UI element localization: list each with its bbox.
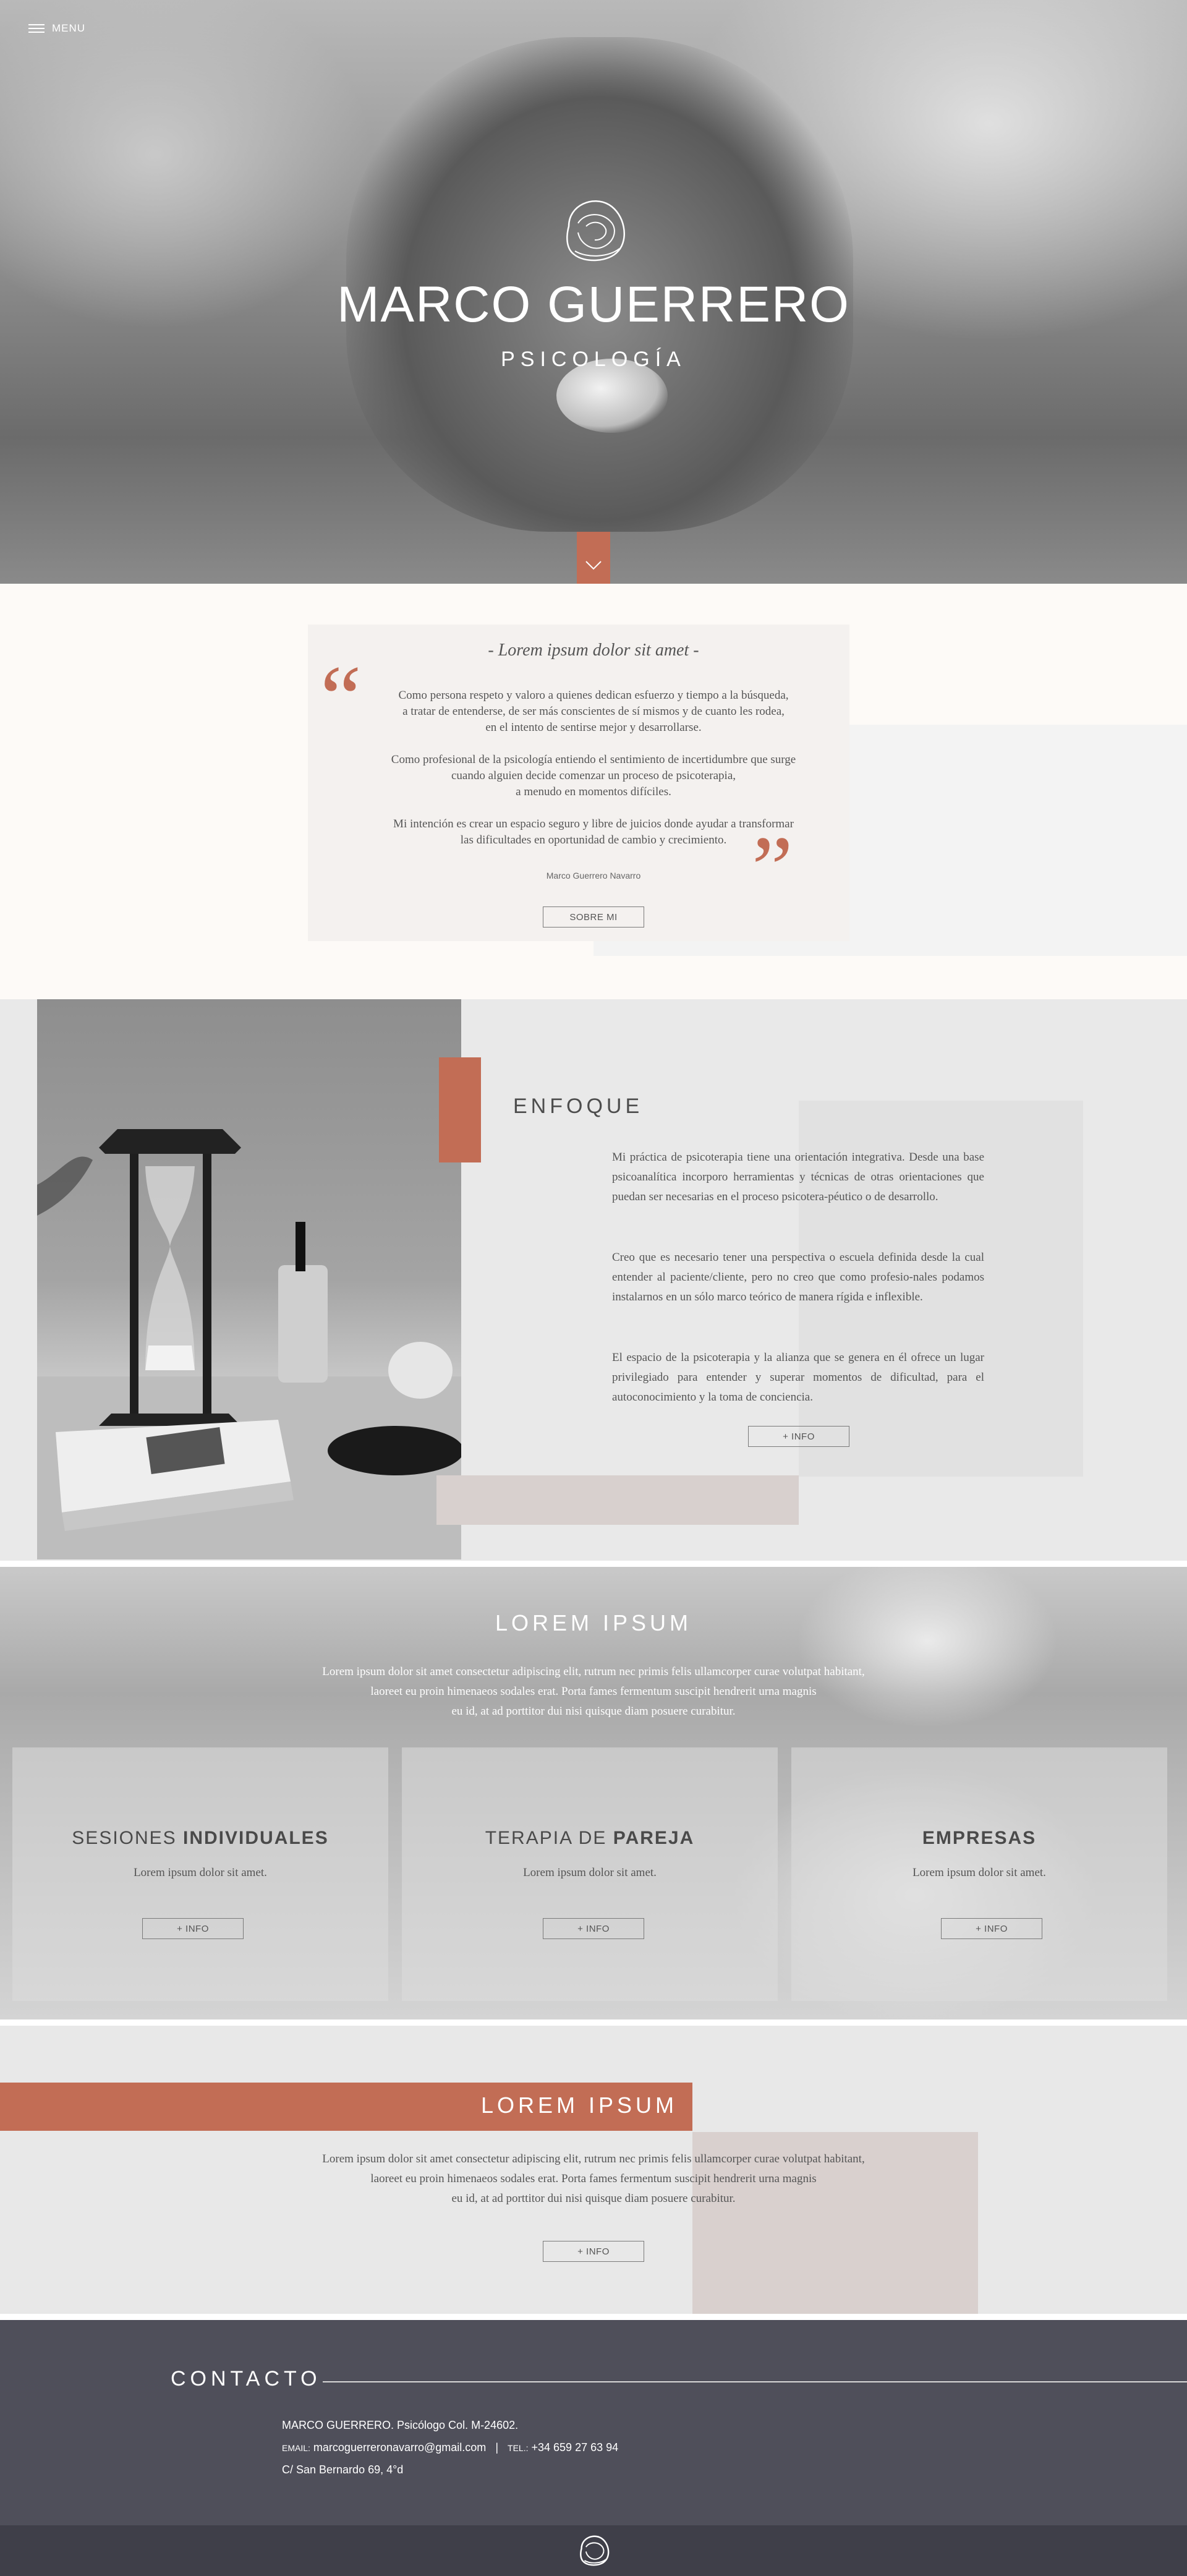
scroll-down-button[interactable] [577, 532, 610, 584]
quote-title: - Lorem ipsum dolor sit amet - [488, 641, 699, 660]
hero-title: MARCO GUERRERO [337, 276, 850, 333]
chevron-down-icon [585, 561, 602, 570]
contact-address: C/ San Bernardo 69, 4°d [282, 2463, 404, 2476]
menu-label: MENU [52, 22, 86, 34]
enfoque-section: ENFOQUE Mi práctica de psicoterapia tien… [0, 999, 1187, 1561]
hamburger-icon [28, 24, 45, 33]
phone-link[interactable]: +34 659 27 63 94 [532, 2441, 619, 2454]
service-info-button[interactable]: + INFO [543, 1918, 644, 1939]
hourglass-photo [37, 999, 461, 1559]
menu-button[interactable]: MENU [28, 22, 85, 35]
sobre-mi-button[interactable]: SOBRE MI [543, 906, 644, 928]
email-link[interactable]: marcoguerreronavarro@gmail.com [313, 2441, 486, 2454]
services-intro: Lorem ipsum dolor sit amet consectetur a… [322, 1665, 865, 1718]
enfoque-title: ENFOQUE [513, 1094, 644, 1118]
enfoque-info-button[interactable]: + INFO [748, 1426, 849, 1447]
contact-details: EMAIL: marcoguerreronavarro@gmail.com | … [282, 2441, 618, 2454]
service-card-empresas[interactable]: EMPRESAS Lorem ipsum dolor sit amet. + I… [791, 1747, 1167, 2001]
intro-quote-section: - Lorem ipsum dolor sit amet - “ Como pe… [0, 584, 1187, 999]
quote-paragraph-2: Como profesional de la psicología entien… [391, 753, 796, 798]
service-card-individual[interactable]: SESIONES INDIVIDUALES Lorem ipsum dolor … [12, 1747, 388, 2001]
decorative-panel [436, 1475, 799, 1525]
quote-paragraph-3: Mi intención es crear un espacio seguro … [393, 817, 794, 847]
quote-paragraph-1: Como persona respeto y valoro a quienes … [398, 689, 789, 734]
lorem-section: LOREM IPSUM Lorem ipsum dolor sit amet c… [0, 2026, 1187, 2314]
quote-author: Marco Guerrero Navarro [546, 871, 641, 881]
shell-logo-icon [580, 2535, 610, 2566]
service-card-title: SESIONES INDIVIDUALES [72, 1828, 329, 1848]
enfoque-paragraph-1: Mi práctica de psicoterapia tiene una or… [612, 1151, 984, 1203]
services-section: LOREM IPSUM Lorem ipsum dolor sit amet c… [0, 1567, 1187, 2019]
separator: | [495, 2441, 498, 2454]
email-label: EMAIL: [282, 2443, 310, 2453]
lorem-title: LOREM IPSUM [480, 2092, 678, 2118]
hero-section: MENU MARCO GUERRERO PSICOLOGÍA [0, 0, 1187, 584]
service-card-text: Lorem ipsum dolor sit amet. [523, 1866, 657, 1879]
contact-title: CONTACTO [171, 2367, 321, 2390]
accent-block [439, 1057, 481, 1162]
service-card-pareja[interactable]: TERAPIA DE PAREJA Lorem ipsum dolor sit … [402, 1747, 778, 2001]
lorem-info-button[interactable]: + INFO [543, 2241, 644, 2262]
contact-name: MARCO GUERRERO. Psicólogo Col. M-24602. [282, 2419, 519, 2431]
service-info-button[interactable]: + INFO [142, 1918, 244, 1939]
services-title: LOREM IPSUM [495, 1610, 692, 1636]
service-info-button[interactable]: + INFO [941, 1918, 1042, 1939]
contact-section: CONTACTO MARCO GUERRERO. Psicólogo Col. … [0, 2320, 1187, 2525]
enfoque-paragraph-2: Creo que es necesario tener una perspect… [612, 1251, 984, 1303]
shell-logo-icon [566, 200, 625, 262]
phone-label: TEL.: [508, 2443, 529, 2453]
hero-subtitle: PSICOLOGÍA [501, 348, 686, 371]
close-quote-icon: ” [752, 817, 793, 920]
service-card-title: TERAPIA DE PAREJA [485, 1828, 695, 1848]
service-card-text: Lorem ipsum dolor sit amet. [134, 1866, 267, 1879]
service-card-text: Lorem ipsum dolor sit amet. [913, 1866, 1046, 1879]
footer [0, 2525, 1187, 2576]
service-card-title: EMPRESAS [922, 1828, 1037, 1848]
enfoque-paragraph-3: El espacio de la psicoterapia y la alian… [612, 1351, 984, 1404]
divider [323, 2381, 1187, 2382]
lorem-paragraph: Lorem ipsum dolor sit amet consectetur a… [322, 2152, 865, 2205]
